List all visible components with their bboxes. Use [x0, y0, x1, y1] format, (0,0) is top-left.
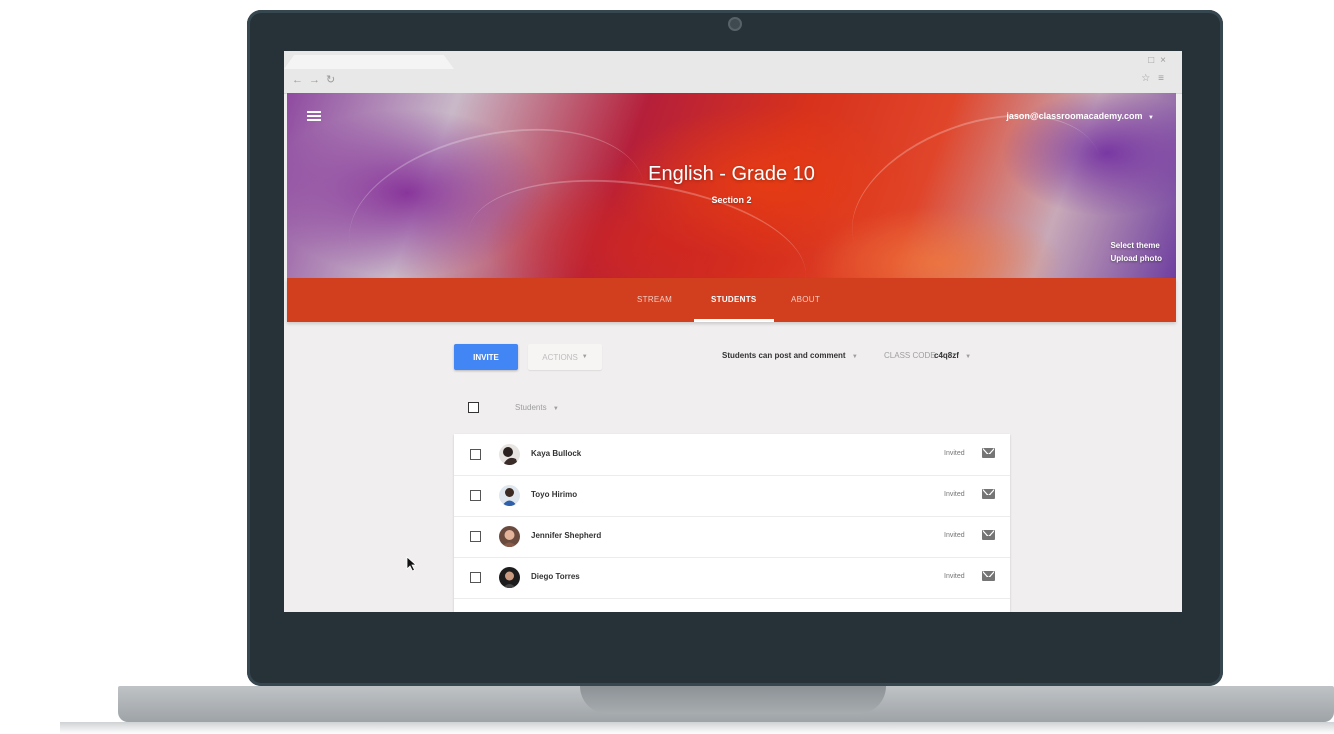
- student-row[interactable]: Jennifer Shepherd Invited: [454, 516, 1010, 558]
- post-setting-label: Students can post and comment: [722, 351, 846, 360]
- tab-students[interactable]: STUDENTS: [711, 295, 757, 304]
- sort-students-dropdown[interactable]: Students ▼: [515, 403, 559, 412]
- star-icon[interactable]: ☆: [1141, 73, 1158, 84]
- browser-chrome: ←→↻ □× ☆≡: [284, 51, 1182, 94]
- student-checkbox[interactable]: [470, 449, 481, 460]
- screen: ←→↻ □× ☆≡ jason@classroomacademy.com ▼ E…: [284, 51, 1182, 612]
- account-menu[interactable]: jason@classroomacademy.com ▼: [1006, 111, 1154, 121]
- mail-icon[interactable]: [982, 571, 995, 581]
- webcam: [728, 17, 742, 31]
- browser-nav: ←→↻: [292, 73, 341, 86]
- student-checkbox[interactable]: [470, 572, 481, 583]
- active-tab-indicator: [694, 319, 774, 322]
- chevron-down-icon: ▼: [965, 354, 972, 360]
- window-controls: □×: [1148, 55, 1172, 66]
- class-tabs: STREAM STUDENTS ABOUT: [287, 278, 1176, 322]
- chevron-down-icon: ▼: [581, 354, 588, 360]
- avatar: [499, 567, 520, 588]
- avatar: [499, 485, 520, 506]
- tab-about[interactable]: ABOUT: [791, 295, 820, 304]
- actions-dropdown[interactable]: ACTIONS ▼: [528, 344, 602, 370]
- class-code-dropdown[interactable]: c4q8zf ▼: [934, 351, 971, 360]
- browser-toolbar-icons: ☆≡: [1141, 73, 1172, 84]
- mail-icon[interactable]: [982, 489, 995, 499]
- forward-icon[interactable]: →: [309, 74, 326, 86]
- student-row[interactable]: Diego Torres Invited: [454, 557, 1010, 599]
- menu-icon[interactable]: [307, 111, 321, 121]
- avatar: [499, 526, 520, 547]
- student-name[interactable]: Toyo Hirimo: [531, 490, 577, 499]
- actions-label: ACTIONS: [542, 352, 578, 362]
- upload-photo-link[interactable]: Upload photo: [1110, 252, 1162, 265]
- maximize-icon[interactable]: □: [1148, 55, 1160, 66]
- invite-button[interactable]: INVITE: [454, 344, 518, 370]
- class-title: English - Grade 10: [648, 163, 815, 185]
- student-name[interactable]: Diego Torres: [531, 572, 580, 581]
- student-status: Invited: [944, 491, 965, 498]
- chevron-down-icon: ▼: [552, 406, 559, 412]
- student-row[interactable]: Toyo Hirimo Invited: [454, 475, 1010, 517]
- select-theme-link[interactable]: Select theme: [1110, 239, 1162, 252]
- student-status: Invited: [944, 573, 965, 580]
- class-code-value: c4q8zf: [934, 351, 959, 360]
- mail-icon[interactable]: [982, 530, 995, 540]
- tab-stream[interactable]: STREAM: [637, 295, 672, 304]
- student-status: Invited: [944, 532, 965, 539]
- close-icon[interactable]: ×: [1160, 55, 1172, 66]
- account-email: jason@classroomacademy.com: [1006, 111, 1143, 121]
- student-checkbox[interactable]: [470, 531, 481, 542]
- avatar: [499, 444, 520, 465]
- student-name[interactable]: Kaya Bullock: [531, 449, 581, 458]
- reload-icon[interactable]: ↻: [326, 74, 341, 86]
- mouse-cursor-icon: [406, 556, 418, 572]
- browser-menu-icon[interactable]: ≡: [1158, 73, 1172, 84]
- class-section: Section 2: [711, 195, 752, 205]
- class-header-banner: jason@classroomacademy.com ▼ English - G…: [287, 93, 1176, 278]
- mail-icon[interactable]: [982, 448, 995, 458]
- student-checkbox[interactable]: [470, 490, 481, 501]
- student-list: Kaya Bullock Invited Toyo Hirimo Invited…: [454, 434, 1010, 612]
- browser-tab[interactable]: [284, 55, 454, 69]
- class-code-label: CLASS CODE: [884, 351, 936, 360]
- theme-links: Select theme Upload photo: [1110, 239, 1162, 265]
- chevron-down-icon: ▼: [851, 354, 858, 360]
- sort-label: Students: [515, 403, 547, 412]
- laptop-base-notch: [580, 686, 886, 714]
- back-icon[interactable]: ←: [292, 74, 309, 86]
- select-all-checkbox[interactable]: [468, 402, 479, 413]
- student-status: Invited: [944, 450, 965, 457]
- laptop-shadow: [60, 722, 1334, 734]
- post-setting-dropdown[interactable]: Students can post and comment ▼: [722, 351, 858, 360]
- student-row[interactable]: Kaya Bullock Invited: [454, 434, 1010, 476]
- chevron-down-icon: ▼: [1148, 115, 1154, 121]
- student-name[interactable]: Jennifer Shepherd: [531, 531, 601, 540]
